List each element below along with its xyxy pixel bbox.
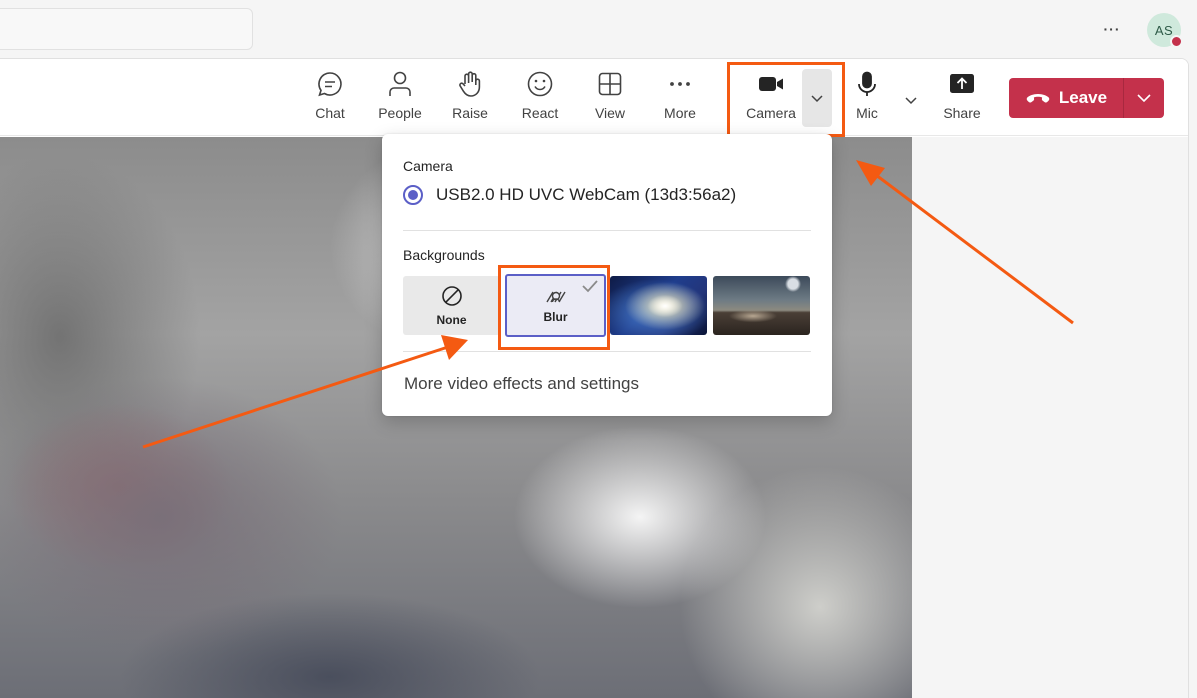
- camera-device-option[interactable]: USB2.0 HD UVC WebCam (13d3:56a2): [403, 185, 736, 205]
- more-options-icon[interactable]: ···: [1100, 17, 1124, 41]
- camera-heading: Camera: [403, 158, 453, 174]
- mic-options-button[interactable]: [900, 89, 922, 111]
- camera-device-label: USB2.0 HD UVC WebCam (13d3:56a2): [436, 185, 737, 204]
- microphone-icon: [853, 69, 881, 99]
- chevron-down-icon: [905, 97, 917, 105]
- view-label: View: [594, 105, 626, 121]
- view-button[interactable]: View: [578, 69, 642, 129]
- leave-options-button[interactable]: [1124, 78, 1164, 118]
- avatar[interactable]: AS: [1147, 13, 1183, 48]
- grid-view-icon: [596, 69, 624, 99]
- leave-button[interactable]: Leave: [1009, 78, 1123, 118]
- raise-hand-button[interactable]: Raise: [438, 69, 502, 129]
- share-label: Share: [943, 105, 981, 121]
- chevron-down-icon: [1137, 94, 1151, 103]
- divider: [403, 351, 811, 352]
- background-none-label: None: [436, 312, 467, 327]
- more-button[interactable]: More: [648, 69, 712, 129]
- raise-hand-icon: [456, 69, 484, 99]
- chat-label: Chat: [315, 105, 345, 121]
- hang-up-icon: [1026, 94, 1050, 103]
- more-horizontal-icon: [666, 69, 694, 99]
- prohibited-icon: [441, 285, 462, 306]
- share-screen-icon: [948, 69, 976, 99]
- presence-busy-icon: [1170, 35, 1183, 48]
- title-bar: ··· AS: [0, 0, 1197, 58]
- chat-button[interactable]: Chat: [298, 69, 362, 129]
- react-label: React: [521, 105, 559, 121]
- radio-selected-icon[interactable]: [403, 185, 423, 205]
- backgrounds-heading: Backgrounds: [403, 247, 485, 263]
- background-planet-tile[interactable]: [713, 276, 810, 335]
- divider: [403, 230, 811, 231]
- people-label: People: [378, 105, 422, 121]
- people-button[interactable]: People: [368, 69, 432, 129]
- blur-highlight-box: [498, 265, 610, 350]
- more-label: More: [664, 105, 696, 121]
- avatar-initials: AS: [1154, 22, 1174, 38]
- smiley-icon: [526, 69, 554, 99]
- chat-icon: [316, 69, 344, 99]
- meeting-toolbar: Chat People Raise React View More Camera…: [0, 59, 1188, 137]
- camera-highlight-box: [727, 62, 845, 137]
- react-button[interactable]: React: [508, 69, 572, 129]
- more-options-label: ···: [1103, 21, 1121, 37]
- background-space-tile[interactable]: [610, 276, 707, 335]
- search-box[interactable]: [0, 8, 253, 50]
- leave-label: Leave: [1058, 88, 1108, 107]
- mic-button[interactable]: Mic: [835, 69, 899, 129]
- background-none-tile[interactable]: None: [403, 276, 500, 335]
- more-video-effects-link[interactable]: More video effects and settings: [404, 374, 639, 394]
- share-button[interactable]: Share: [930, 69, 994, 129]
- people-icon: [386, 69, 414, 99]
- leave-split-button: Leave: [1009, 78, 1164, 118]
- side-panel: [912, 137, 1188, 698]
- mic-label: Mic: [856, 105, 878, 121]
- raise-label: Raise: [452, 105, 488, 121]
